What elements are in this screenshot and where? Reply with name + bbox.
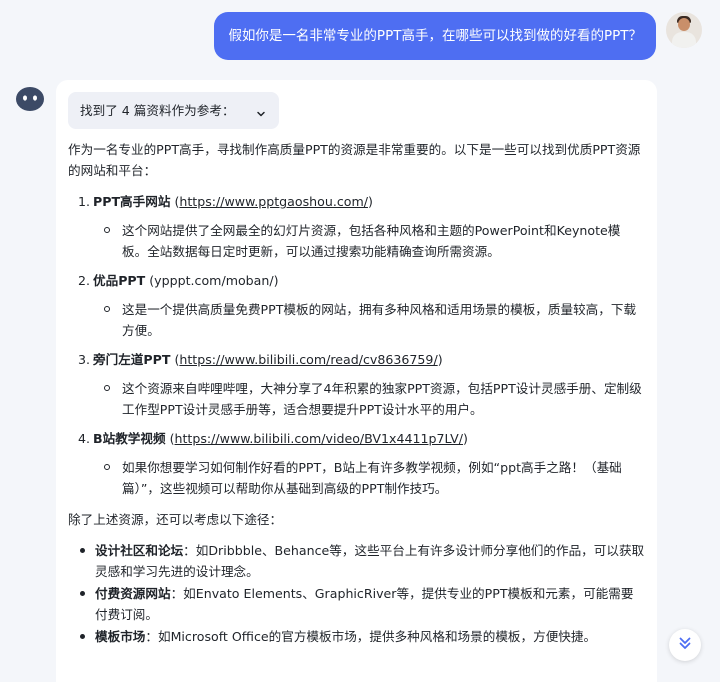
paren-close: ) (463, 431, 468, 446)
references-toggle[interactable]: 找到了 4 篇资料作为参考： (68, 92, 279, 129)
bullet-dot (80, 634, 85, 639)
route-item: 设计社区和论坛：如Dribbble、Behance等，这些平台上有许多设计师分享… (78, 540, 645, 582)
routes-list: 设计社区和论坛：如Dribbble、Behance等，这些平台上有许多设计师分享… (78, 540, 645, 647)
route-title: 模板市场 (95, 629, 146, 644)
site-item: 3. 旁门左道PPT (https://www.bilibili.com/rea… (78, 349, 645, 420)
user-message-row: 假如你是一名非常专业的PPT高手，在哪些可以找到做的好看的PPT？ (214, 12, 702, 60)
site-number: 1. (78, 194, 91, 209)
site-item: 2. 优品PPT (ypppt.com/moban/) 这是一个提供高质量免费P… (78, 270, 645, 341)
double-chevron-down-icon (677, 635, 693, 655)
site-name: PPT高手网站 (93, 194, 171, 209)
site-link[interactable]: https://www.pptgaoshou.com/ (179, 194, 368, 209)
chevron-down-icon (255, 105, 267, 117)
bullet-circle (104, 306, 110, 312)
bullet-dot (80, 591, 85, 596)
site-url-text: ypppt.com/moban/ (154, 273, 274, 288)
site-item: 4. B站教学视频 (https://www.bilibili.com/vide… (78, 428, 645, 499)
site-link[interactable]: https://www.bilibili.com/video/BV1x4411p… (175, 431, 464, 446)
site-name: B站教学视频 (93, 431, 166, 446)
site-number: 4. (78, 431, 91, 446)
site-list: 1. PPT高手网站 ( https://www.pptgaoshou.com/)… (78, 191, 645, 499)
user-question-bubble: 假如你是一名非常专业的PPT高手，在哪些可以找到做的好看的PPT？ (214, 12, 656, 60)
paren-open: ( (165, 431, 175, 446)
site-description: 这个资源来自哔哩哔哩，大神分享了4年积累的独家PPT资源，包括PPT设计灵感手册… (122, 381, 642, 417)
route-title: 付费资源网站 (95, 586, 171, 601)
route-title: 设计社区和论坛 (95, 543, 184, 558)
other-routes-intro: 除了上述资源，还可以考虑以下途径： (68, 512, 283, 527)
bullet-circle (104, 227, 110, 233)
paren-close: ) (273, 273, 279, 288)
site-link[interactable]: https://www.bilibili.com/read/cv8636759/ (179, 352, 437, 367)
bullet-circle (104, 385, 110, 391)
bullet-circle (104, 464, 110, 470)
references-label: 找到了 4 篇资料作为参考： (80, 103, 235, 118)
bot-answer-card: 找到了 4 篇资料作为参考： 作为一名专业的PPT高手，寻找制作高质量PPT的资… (56, 80, 657, 682)
site-name: 优品PPT (93, 273, 146, 288)
route-item: 付费资源网站：如Envato Elements、GraphicRiver等，提供… (78, 583, 645, 625)
robot-icon (14, 82, 46, 114)
paren-close: ) (437, 352, 443, 367)
route-text: ：如Microsoft Office的官方模板市场，提供多种风格和场景的模板，方… (145, 629, 597, 644)
user-avatar[interactable] (666, 12, 702, 48)
route-item: 模板市场：如Microsoft Office的官方模板市场，提供多种风格和场景的… (78, 626, 645, 647)
route-text: ：如Envato Elements、GraphicRiver等，提供专业的PPT… (95, 586, 634, 622)
site-description: 这个网站提供了全网最全的幻灯片资源，包括各种风格和主题的PowerPoint和K… (122, 223, 621, 259)
site-item: 1. PPT高手网站 (https://www.pptgaoshou.com/)… (78, 191, 645, 262)
site-number: 3. (78, 352, 91, 367)
answer-intro: 作为一名专业的PPT高手，寻找制作高质量PPT的资源是非常重要的。以下是一些可以… (68, 142, 641, 178)
bullet-dot (80, 548, 85, 553)
site-name: 旁门左道PPT (93, 352, 171, 367)
site-description: 如果你想要学习如何制作好看的PPT，B站上有许多教学视频，例如“ppt高手之路！… (122, 460, 622, 496)
site-number: 2. (78, 273, 91, 288)
site-description: 这是一个提供高质量免费PPT模板的网站，拥有多种风格和适用场景的模板，质量较高，… (122, 302, 637, 338)
paren-close: ) (367, 194, 373, 209)
paren-open: ( (145, 273, 155, 288)
scroll-to-bottom-button[interactable] (669, 629, 701, 661)
